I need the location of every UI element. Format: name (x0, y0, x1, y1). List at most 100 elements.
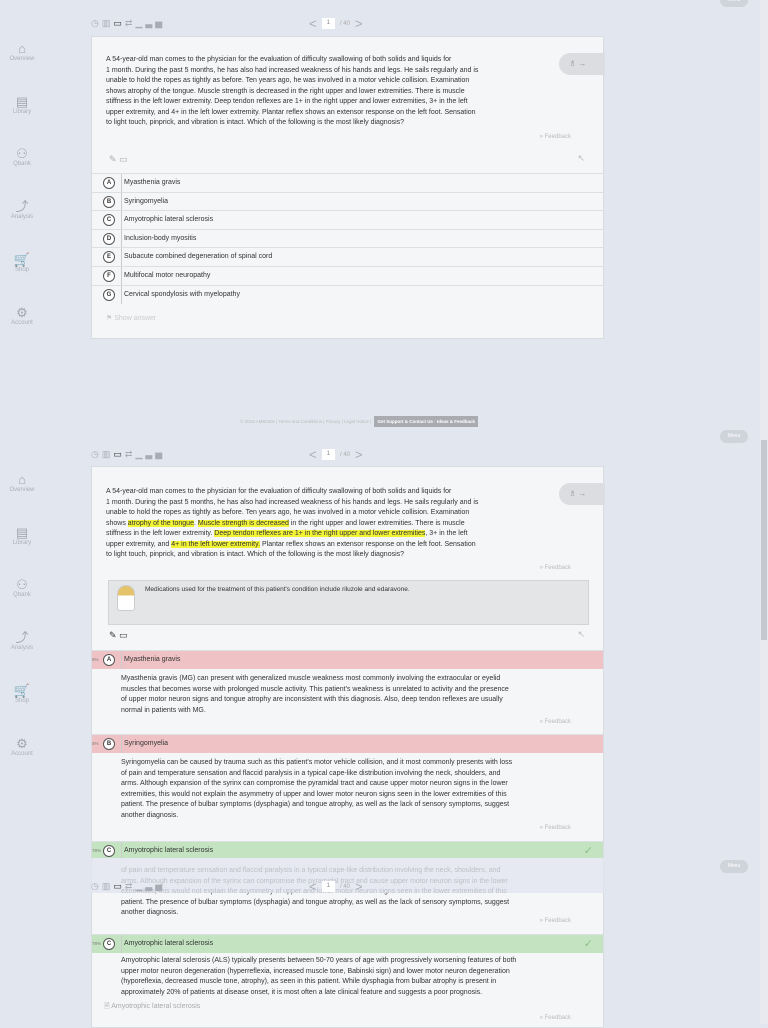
sidebar-item-overview[interactable]: ⌂ Overview (0, 41, 44, 63)
next-page-button[interactable]: > (355, 16, 363, 31)
sidebar-item-shop[interactable]: 🛒 Shop (0, 683, 44, 705)
lab-values-tab[interactable]: ♗ → (559, 483, 605, 505)
prev-page-button[interactable]: < (309, 879, 317, 894)
next-page-button[interactable]: > (355, 879, 363, 894)
option-letter: C (103, 845, 115, 857)
analysis-icon: ⤴ (15, 199, 29, 214)
menu-button[interactable]: Menu (720, 0, 748, 7)
answer-option-a[interactable]: A Myasthenia gravis (92, 173, 603, 192)
page-select[interactable]: 1 (321, 449, 335, 460)
menu-button[interactable]: Menu (720, 430, 748, 443)
sidebar-item-account[interactable]: ⚙ Account (0, 737, 44, 758)
sidebar-item-overview[interactable]: ⌂ Overview (0, 473, 44, 494)
question-line: A 54-year-old man comes to the physician… (106, 487, 451, 497)
shop-icon: 🛒 (13, 252, 31, 267)
sidebar-item-analysis[interactable]: ⤴ Analysis (0, 199, 44, 221)
shop-icon: 🛒 (13, 683, 31, 698)
answer-option-b[interactable]: B Syringomyelia (92, 191, 603, 211)
compare-icon[interactable]: ⇄ (125, 18, 136, 28)
grid-icon[interactable]: ▥ (102, 18, 114, 28)
pen-icon[interactable]: ✎ (109, 154, 117, 164)
sidebar-item-library[interactable]: ▤ Library (0, 94, 44, 116)
question-line: A 54-year-old man comes to the physician… (106, 56, 452, 63)
answer-option-e[interactable]: E Subacute combined degeneration of spina… (92, 247, 603, 267)
toolbar-icons: ◷▥▭⇄▁▃▅ (91, 18, 165, 29)
analysis-icon: ⤴ (15, 630, 29, 645)
comment-icon[interactable]: ▭ (113, 449, 125, 459)
feedback-link[interactable]: » Feedback (540, 134, 571, 140)
sidebar-item-analysis[interactable]: ⤴ Analysis (0, 630, 44, 652)
feedback-link[interactable]: » Feedback (540, 565, 571, 571)
answer-option-a[interactable]: 5% A Myasthenia gravis (92, 650, 603, 669)
analysis-label: Analysis (10, 214, 34, 220)
toolbar: ◷▥▭⇄▁▃▅ <1 / 40 > (91, 879, 604, 895)
compare-icon[interactable]: ⇄ (125, 449, 136, 459)
pager: <1 / 40 > (309, 16, 363, 31)
feedback-link[interactable]: » Feedback (540, 918, 571, 924)
option-letter: D (103, 232, 115, 245)
explanation-line: muscles that becomes worse with prolonge… (121, 685, 509, 693)
option-letter: C (103, 214, 115, 227)
analysis-label: Analysis (10, 645, 34, 651)
option-label: Myasthenia gravis (121, 651, 180, 669)
sidebar-item-shop[interactable]: 🛒 Shop (0, 252, 44, 274)
answer-option-b[interactable]: 4% B Syringomyelia (92, 734, 603, 753)
clock-icon[interactable]: ◷ (91, 18, 102, 28)
library-link[interactable]: 🗎 Amyotrophic lateral sclerosis (104, 1002, 200, 1013)
overview-icon: ⌂ (18, 41, 26, 56)
library-icon: ▤ (15, 94, 29, 109)
answer-option-c[interactable]: 78% C Amyotrophic lateral sclerosis ✓ (92, 934, 603, 953)
highlight: 4+ in the left lower extremity. (171, 540, 261, 548)
lab-values-tab[interactable]: ♗ → (559, 53, 605, 75)
footer-links[interactable]: © 2019 AMBOSS | Terms and Conditions | P… (240, 419, 371, 424)
feedback-link[interactable]: » Feedback (540, 1015, 571, 1021)
qbank-icon: ⚇ (16, 146, 28, 161)
prev-page-button[interactable]: < (309, 16, 317, 31)
answer-option-c[interactable]: C Amyotrophic lateral sclerosis (92, 210, 603, 230)
comment-icon[interactable]: ▭ (113, 881, 125, 891)
prev-page-button[interactable]: < (309, 447, 317, 462)
page-select[interactable]: 1 (321, 18, 335, 29)
sidebar-item-qbank[interactable]: ⚇ Qbank (0, 146, 44, 168)
clock-icon[interactable]: ◷ (91, 449, 102, 459)
collapse-icon[interactable]: ↖ (577, 629, 585, 640)
sidebar-item-qbank[interactable]: ⚇ Qbank (0, 578, 44, 599)
highlight-tools: ✎ ▭ (109, 630, 128, 641)
stats-icon[interactable]: ▁▃▅ (135, 881, 165, 891)
toolbar-icons: ◷▥▭⇄▁▃▅ (91, 881, 165, 892)
comment-icon[interactable]: ▭ (119, 630, 128, 640)
grid-icon[interactable]: ▥ (102, 449, 114, 459)
answer-option-f[interactable]: F Multifocal motor neuropathy (92, 266, 603, 285)
account-icon: ⚙ (16, 305, 28, 320)
page-select[interactable]: 1 (321, 881, 335, 892)
explanation-line: patient. The presence of bulbar symptoms… (121, 898, 510, 906)
support-button[interactable]: Get Support & Contact Us · Ideas & Feedb… (374, 416, 479, 427)
sidebar-item-library[interactable]: ▤ Library (0, 526, 44, 547)
answer-option-g[interactable]: G Cervical spondylosis with myelopathy (92, 284, 603, 304)
answer-option-d[interactable]: D Inclusion-body myositis (92, 228, 603, 248)
feedback-link[interactable]: » Feedback (540, 825, 571, 831)
collapse-icon[interactable]: ↖ (577, 153, 585, 164)
comment-icon[interactable]: ▭ (119, 154, 128, 164)
compare-icon[interactable]: ⇄ (125, 881, 136, 891)
pen-icon[interactable]: ✎ (109, 630, 117, 640)
comment-icon[interactable]: ▭ (113, 18, 125, 28)
explanation-line: extremities, this would not explain the … (121, 790, 507, 798)
stats-icon[interactable]: ▁▃▅ (135, 449, 165, 459)
stats-icon[interactable]: ▁▃▅ (135, 18, 165, 28)
feedback-link[interactable]: » Feedback (540, 719, 571, 725)
menu-button[interactable]: Menu (720, 860, 748, 873)
next-page-button[interactable]: > (355, 447, 363, 462)
clock-icon[interactable]: ◷ (91, 881, 102, 891)
option-label: Myasthenia gravis (121, 174, 180, 192)
answer-percentage: 78% (92, 941, 102, 946)
grid-icon[interactable]: ▥ (102, 881, 114, 891)
option-label: Inclusion-body myositis (121, 229, 196, 248)
question-line: shows atrophy of the tongue. Muscle stre… (106, 519, 465, 529)
sidebar-item-account[interactable]: ⚙ Account (0, 305, 44, 327)
account-label: Account (11, 320, 33, 326)
explanation-line: patient. The presence of bulbar symptoms… (121, 801, 510, 808)
question-line: stiffness in the left lower extremity. D… (106, 98, 468, 105)
scrollbar-thumb[interactable] (761, 440, 767, 640)
show-answer-button[interactable]: ⚑ Show answer (106, 314, 156, 322)
